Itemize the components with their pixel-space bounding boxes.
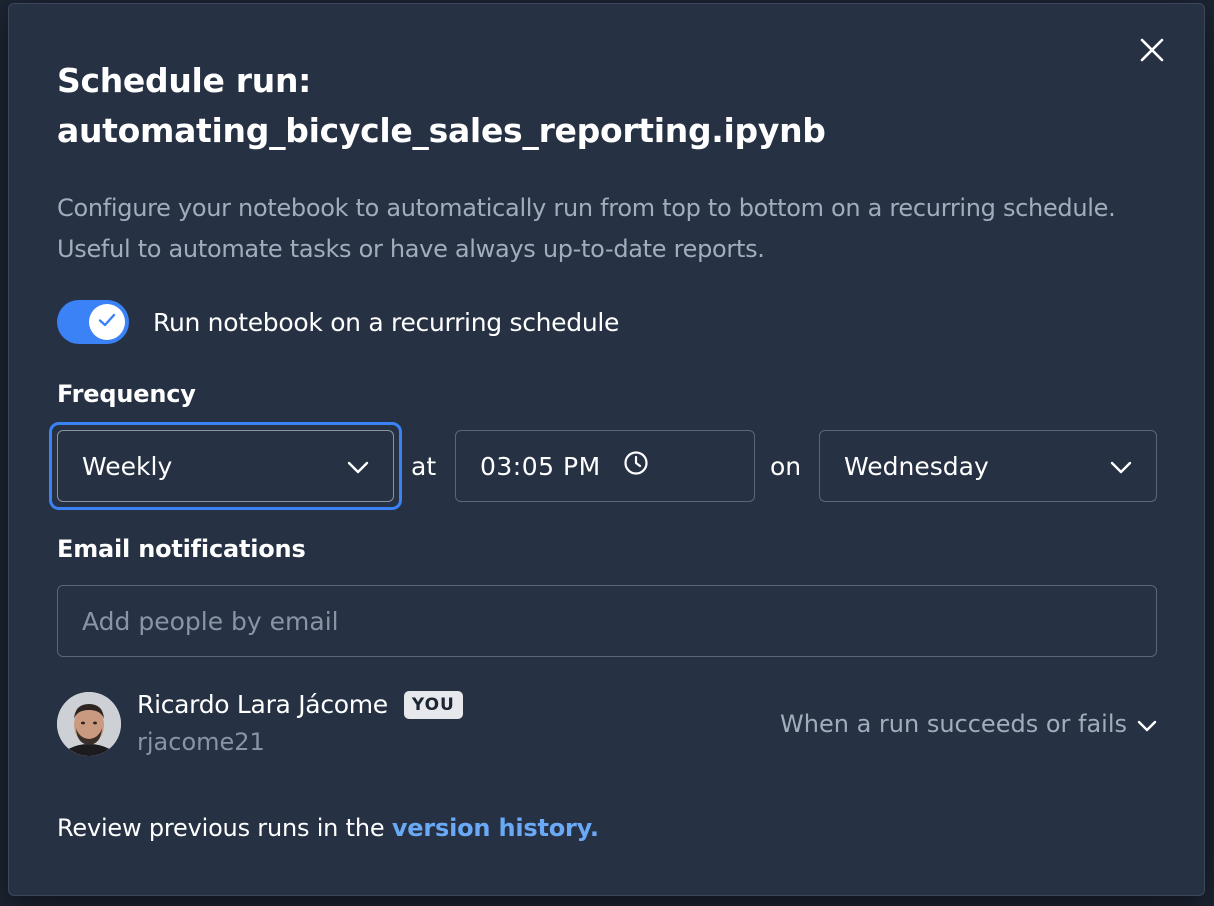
frequency-value: Weekly [82, 451, 173, 481]
you-badge: YOU [403, 690, 463, 719]
recurring-schedule-row: Run notebook on a recurring schedule [57, 300, 619, 344]
frequency-label: Frequency [57, 380, 196, 408]
chevron-down-icon [347, 452, 369, 481]
dialog-description: Configure your notebook to automatically… [57, 194, 1116, 263]
time-value: 03:05 PM [480, 451, 601, 481]
chevron-down-icon [1110, 452, 1132, 481]
footer-text: Review previous runs in the [57, 814, 392, 842]
user-handle: rjacome21 [137, 728, 265, 756]
notification-condition-value: When a run succeeds or fails [780, 710, 1127, 738]
recurring-schedule-label[interactable]: Run notebook on a recurring schedule [153, 308, 619, 337]
frequency-select[interactable]: Weekly [57, 430, 394, 502]
schedule-run-dialog: Schedule run: automating_bicycle_sales_r… [8, 3, 1205, 896]
footer-note: Review previous runs in the version hist… [57, 814, 599, 842]
chevron-down-icon [1127, 710, 1157, 738]
email-input[interactable] [57, 585, 1157, 657]
user-name: Ricardo Lara Jácome [137, 690, 388, 719]
on-label: on [770, 452, 802, 481]
version-history-link[interactable]: version history. [392, 814, 599, 842]
at-label: at [411, 452, 437, 481]
user-name-line: Ricardo Lara Jácome YOU [137, 690, 463, 719]
avatar [57, 692, 121, 756]
time-input[interactable]: 03:05 PM [455, 430, 755, 502]
notification-condition-select[interactable]: When a run succeeds or fails [780, 710, 1157, 738]
day-value: Wednesday [844, 451, 989, 481]
notification-recipient-row: Ricardo Lara Jácome YOU rjacome21 When a… [57, 690, 1157, 760]
close-button[interactable] [1136, 36, 1168, 68]
toggle-knob [89, 304, 125, 340]
dialog-title: Schedule run: automating_bicycle_sales_r… [57, 56, 1117, 156]
recurring-schedule-toggle[interactable] [57, 300, 129, 344]
close-icon [1139, 37, 1165, 67]
dialog-title-filename: automating_bicycle_sales_reporting.ipynb [57, 111, 826, 150]
dialog-title-line1: Schedule run: [57, 61, 312, 100]
day-select[interactable]: Wednesday [819, 430, 1157, 502]
check-icon [97, 310, 117, 334]
clock-icon[interactable] [623, 450, 649, 482]
email-notifications-label: Email notifications [57, 535, 306, 563]
